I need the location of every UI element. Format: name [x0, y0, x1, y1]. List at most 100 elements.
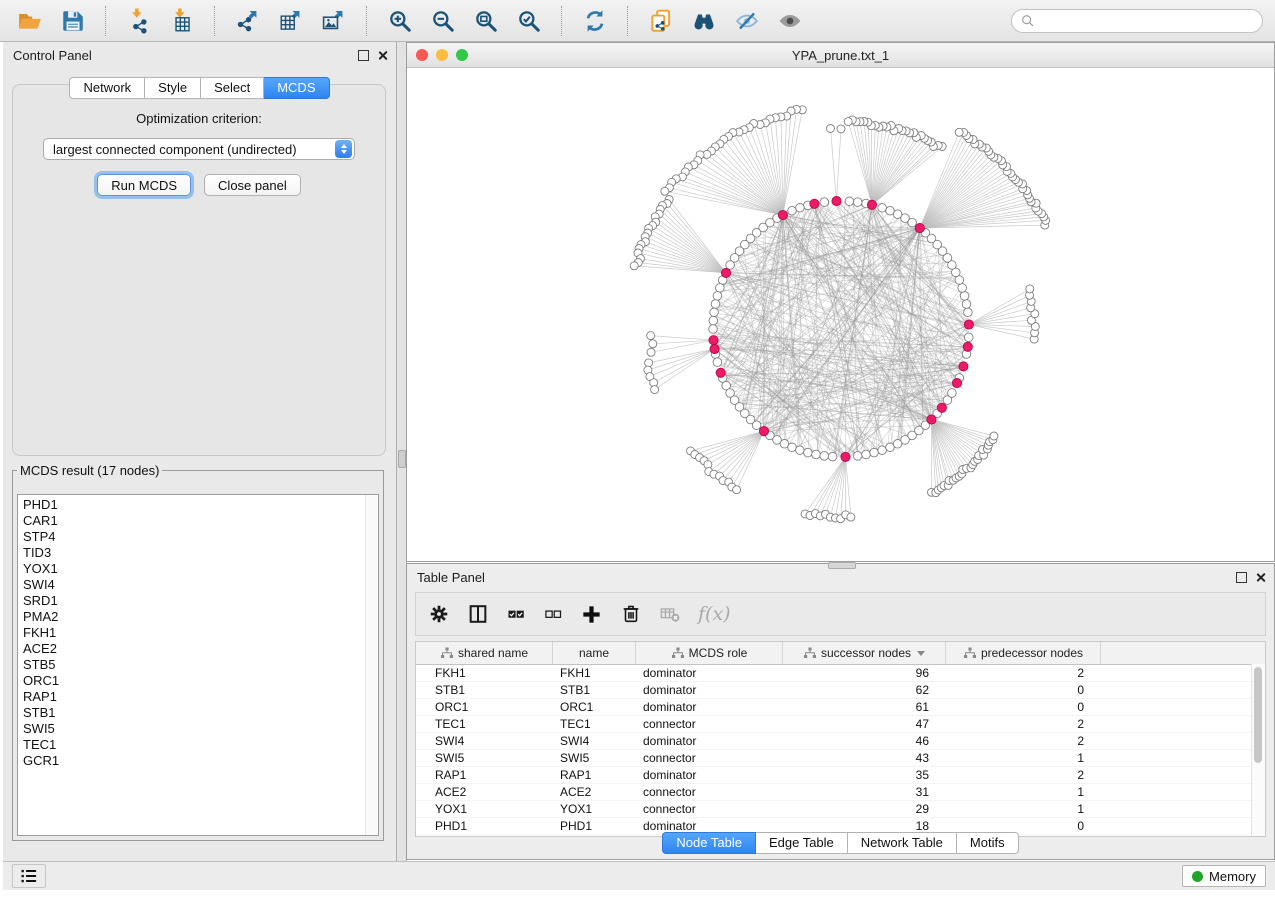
sort-descending-icon[interactable] [917, 651, 925, 656]
zoom-out-icon[interactable] [425, 4, 461, 38]
table-row[interactable]: ACE2ACE2connector311 [416, 784, 1265, 801]
result-node-item[interactable]: ACE2 [23, 641, 378, 657]
result-node-item[interactable]: PMA2 [23, 609, 378, 625]
cell: dominator [636, 666, 783, 680]
scrollbar-thumb[interactable] [1254, 667, 1262, 763]
result-node-item[interactable]: FKH1 [23, 625, 378, 641]
tab-select[interactable]: Select [201, 77, 264, 99]
cell: 2 [946, 666, 1101, 680]
import-table-icon[interactable] [164, 4, 200, 38]
panel-list-button[interactable] [12, 864, 46, 888]
export-table-icon[interactable] [273, 4, 309, 38]
result-node-item[interactable]: ORC1 [23, 673, 378, 689]
float-table-panel-icon[interactable] [1236, 572, 1247, 583]
mcds-result-title: MCDS result (17 nodes) [17, 463, 162, 478]
clone-network-icon[interactable] [643, 4, 679, 38]
select-all-icon[interactable] [506, 604, 526, 624]
result-node-item[interactable]: RAP1 [23, 689, 378, 705]
toolbar-separator [627, 6, 629, 36]
cell: SWI5 [416, 751, 553, 765]
table-tab-node-table[interactable]: Node Table [662, 832, 756, 854]
result-node-item[interactable]: STB1 [23, 705, 378, 721]
cell: connector [636, 802, 783, 816]
network-window-titlebar[interactable]: YPA_prune.txt_1 [407, 43, 1274, 68]
result-node-item[interactable]: TEC1 [23, 737, 378, 753]
zoom-in-icon[interactable] [382, 4, 418, 38]
result-node-item[interactable]: STP4 [23, 529, 378, 545]
export-image-icon[interactable] [316, 4, 352, 38]
search-box[interactable] [1011, 9, 1263, 33]
cell: 1 [946, 785, 1101, 799]
table-row[interactable]: STB1STB1dominator620 [416, 682, 1265, 699]
splitter-grip-icon[interactable] [398, 450, 406, 468]
network-graph-canvas[interactable]: .chord{stroke:#999999;stroke-width:.7;op… [407, 68, 1274, 561]
show-all-icon[interactable] [772, 4, 808, 38]
cell: dominator [636, 683, 783, 697]
column-header-successor-nodes[interactable]: successor nodes [783, 642, 946, 664]
result-node-item[interactable]: SWI4 [23, 577, 378, 593]
table-row[interactable]: YOX1YOX1connector291 [416, 801, 1265, 818]
result-node-item[interactable]: PHD1 [23, 497, 378, 513]
memory-button[interactable]: Memory [1182, 865, 1266, 887]
window-minimize-button[interactable] [436, 49, 448, 61]
table-row[interactable]: SWI5SWI5connector431 [416, 750, 1265, 767]
export-network-icon[interactable] [230, 4, 266, 38]
close-table-panel-icon[interactable] [1255, 572, 1266, 583]
cell: 62 [783, 683, 946, 697]
column-header-name[interactable]: name [553, 642, 636, 664]
result-node-item[interactable]: GCR1 [23, 753, 378, 769]
cell: ACE2 [416, 785, 553, 799]
table-row[interactable]: SWI4SWI4dominator462 [416, 733, 1265, 750]
tab-network[interactable]: Network [69, 77, 145, 99]
column-header-predecessor-nodes[interactable]: predecessor nodes [946, 642, 1101, 664]
table-tab-network-table[interactable]: Network Table [848, 832, 957, 854]
table-row[interactable]: RAP1RAP1dominator352 [416, 767, 1265, 784]
toolbar-separator [214, 6, 216, 36]
window-close-button[interactable] [416, 49, 428, 61]
search-input[interactable] [1041, 12, 1254, 29]
result-node-item[interactable]: SWI5 [23, 721, 378, 737]
close-panel-button[interactable]: Close panel [204, 174, 301, 196]
table-row[interactable]: FKH1FKH1dominator962 [416, 665, 1265, 682]
function-builder-icon[interactable]: f(x) [698, 603, 731, 625]
delete-column-icon[interactable] [620, 603, 642, 625]
status-bar: Memory [3, 861, 1275, 890]
float-panel-icon[interactable] [358, 50, 369, 61]
zoom-fit-icon[interactable] [468, 4, 504, 38]
zoom-selected-icon[interactable] [511, 4, 547, 38]
open-file-icon[interactable] [12, 4, 48, 38]
result-node-item[interactable]: TID3 [23, 545, 378, 561]
refresh-icon[interactable] [577, 4, 613, 38]
new-column-icon[interactable] [580, 603, 603, 626]
table-tab-edge-table[interactable]: Edge Table [756, 832, 848, 854]
column-header-MCDS-role[interactable]: MCDS role [636, 642, 783, 664]
tab-style[interactable]: Style [145, 77, 201, 99]
settings-icon[interactable] [428, 603, 450, 625]
import-network-icon[interactable] [121, 4, 157, 38]
attribute-type-icon [440, 647, 454, 659]
save-session-icon[interactable] [55, 4, 91, 38]
show-columns-icon[interactable] [467, 603, 489, 625]
result-node-item[interactable]: YOX1 [23, 561, 378, 577]
table-tab-motifs[interactable]: Motifs [957, 832, 1019, 854]
delete-table-icon[interactable] [659, 603, 681, 625]
result-node-item[interactable]: SRD1 [23, 593, 378, 609]
select-first-neighbors-icon[interactable] [686, 4, 722, 38]
result-node-item[interactable]: STB5 [23, 657, 378, 673]
result-node-item[interactable]: CAR1 [23, 513, 378, 529]
table-row[interactable]: TEC1TEC1connector472 [416, 716, 1265, 733]
column-header-shared-name[interactable]: shared name [416, 642, 553, 664]
close-panel-icon[interactable] [377, 50, 388, 61]
hide-selected-icon[interactable] [729, 4, 765, 38]
table-scrollbar[interactable] [1251, 664, 1265, 836]
table-row[interactable]: ORC1ORC1dominator610 [416, 699, 1265, 716]
unselect-all-icon[interactable] [543, 604, 563, 624]
tab-mcds[interactable]: MCDS [264, 77, 329, 99]
optimization-criterion-label: Optimization criterion: [13, 111, 385, 126]
run-mcds-button[interactable]: Run MCDS [97, 174, 191, 196]
optimization-criterion-select[interactable]: largest connected component (undirected) [43, 138, 355, 160]
mcds-result-list[interactable]: PHD1CAR1STP4TID3YOX1SWI4SRD1PMA2FKH1ACE2… [17, 494, 379, 836]
window-zoom-button[interactable] [456, 49, 468, 61]
horizontal-splitter-grip[interactable] [828, 562, 856, 569]
result-scrollbar[interactable] [365, 495, 378, 835]
